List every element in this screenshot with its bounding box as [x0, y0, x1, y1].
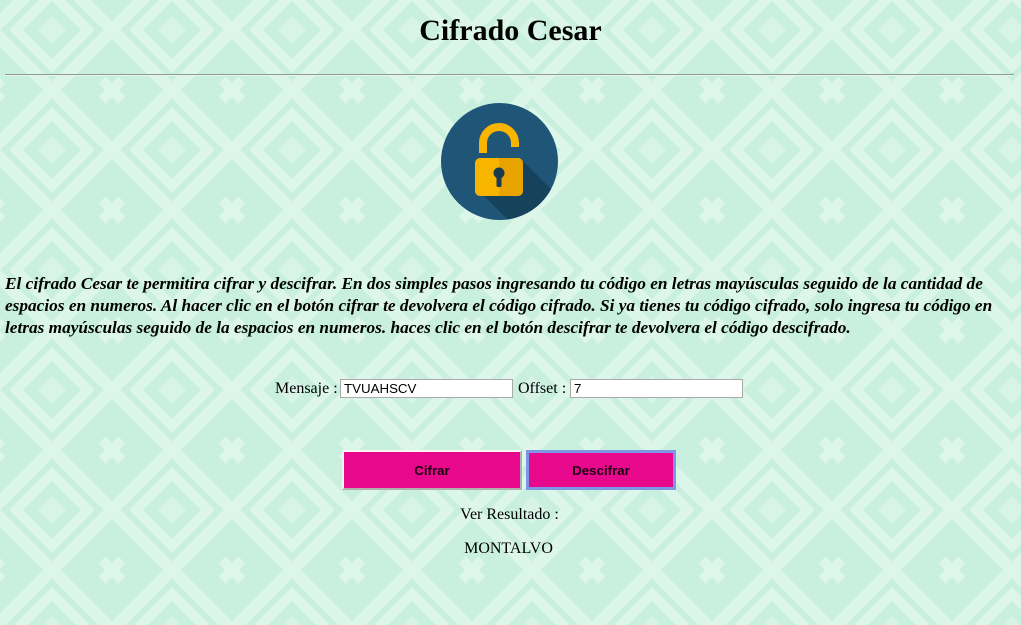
- result-label: Ver Resultado :: [460, 506, 559, 523]
- encrypt-button[interactable]: Cifrar: [342, 450, 522, 490]
- offset-input[interactable]: [570, 379, 743, 398]
- message-label: Mensaje :: [275, 380, 338, 397]
- page-title: Cifrado Cesar: [419, 14, 602, 47]
- title-divider: [5, 74, 1014, 76]
- decrypt-button[interactable]: Descifrar: [526, 450, 676, 490]
- result-value: MONTALVO: [464, 540, 553, 557]
- description-text: El cifrado Cesar te permitira cifrar y d…: [5, 274, 993, 337]
- message-input[interactable]: [340, 379, 513, 398]
- padlock-open-icon: [441, 103, 558, 220]
- offset-label: Offset :: [518, 380, 567, 397]
